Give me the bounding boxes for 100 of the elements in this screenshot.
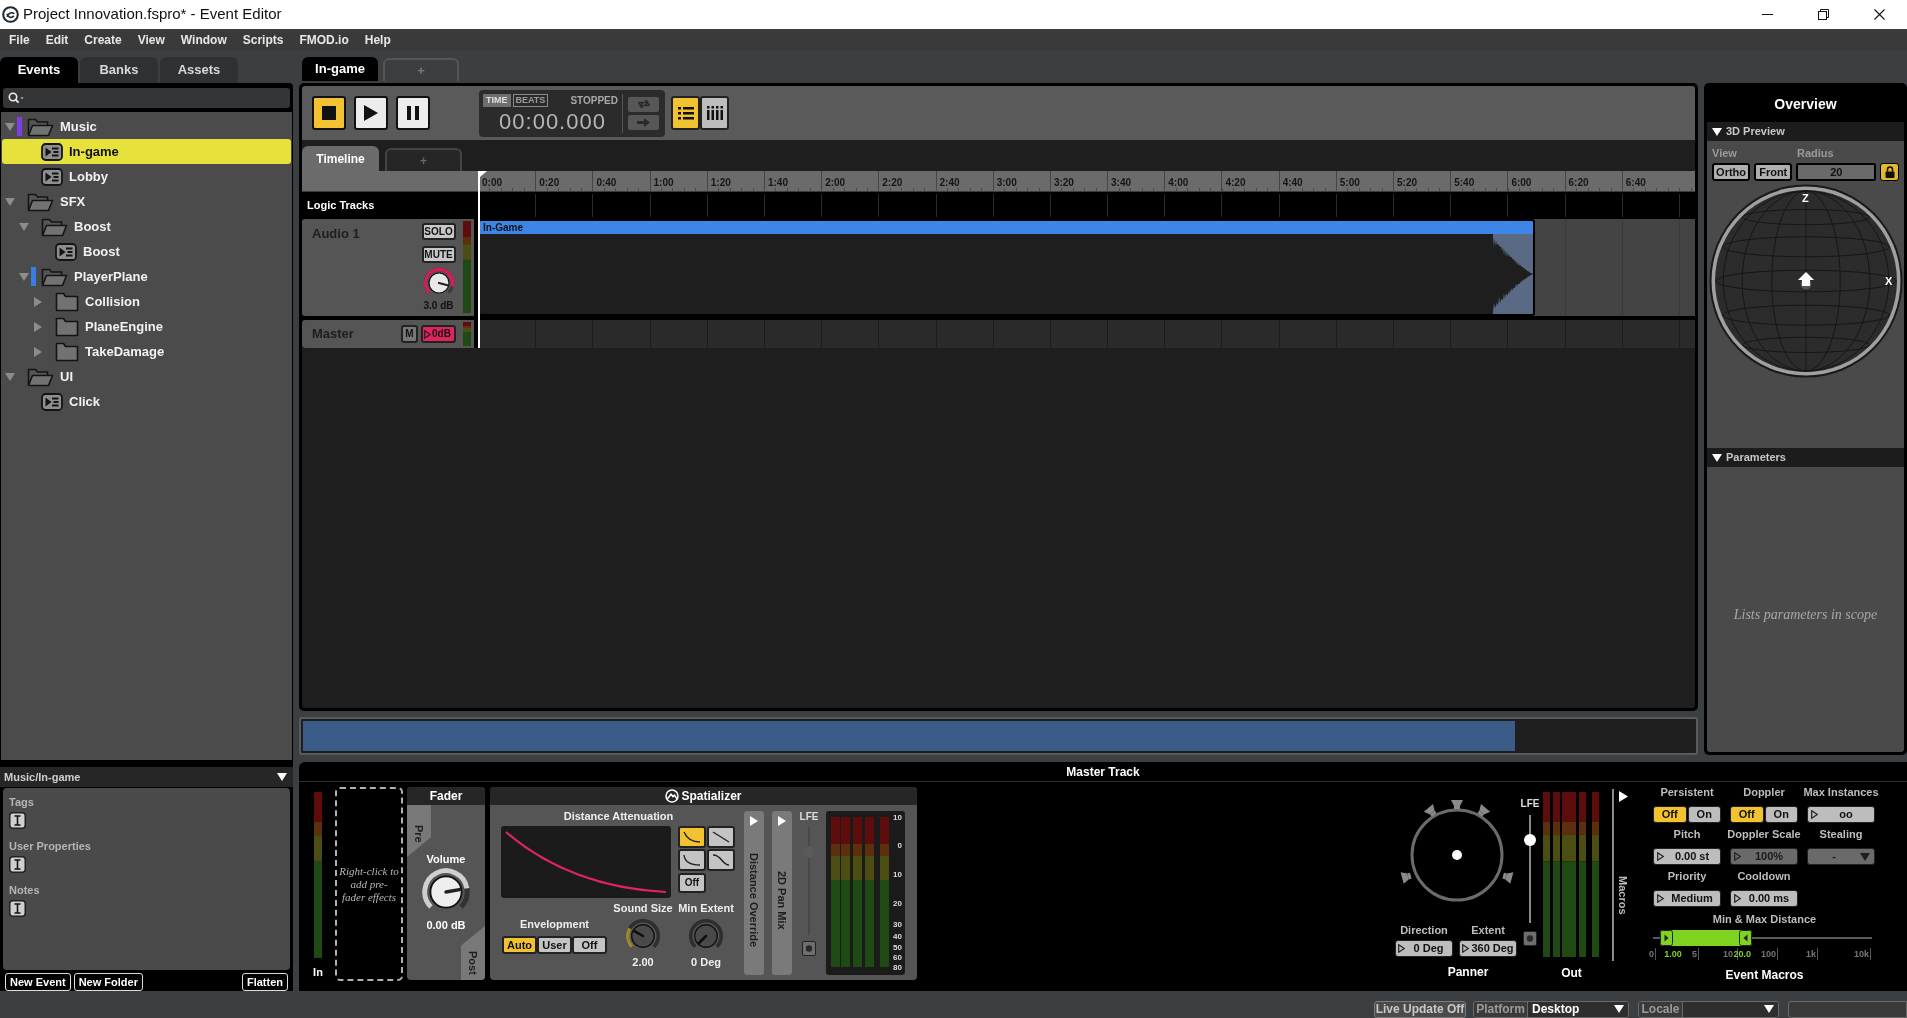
- caret-down-icon[interactable]: [5, 197, 15, 206]
- tree-item[interactable]: PlayerPlane: [2, 264, 291, 289]
- text-cursor-icon[interactable]: [9, 856, 26, 873]
- view-button[interactable]: Ortho: [1712, 163, 1751, 181]
- tree-item[interactable]: Lobby: [2, 164, 291, 189]
- radius-field[interactable]: 20: [1796, 163, 1877, 181]
- dot-button-icon[interactable]: [1523, 931, 1537, 946]
- menu-item[interactable]: Create: [76, 31, 130, 49]
- mute-button[interactable]: MUTE: [421, 246, 456, 263]
- slider-thumb[interactable]: [1524, 834, 1536, 847]
- caret-right-icon[interactable]: [34, 321, 42, 332]
- number-field[interactable]: 0.00 ms: [1730, 890, 1798, 907]
- tree-item[interactable]: Boost: [2, 239, 291, 264]
- input-field[interactable]: [1788, 1000, 1907, 1018]
- curve-button[interactable]: [707, 826, 735, 848]
- list-view-button[interactable]: [671, 96, 700, 130]
- flatten-button[interactable]: Flatten: [241, 973, 288, 991]
- menu-item[interactable]: FMOD.io: [291, 31, 357, 49]
- menu-item[interactable]: View: [129, 31, 173, 49]
- menu-item[interactable]: Help: [356, 31, 399, 49]
- solo-button[interactable]: SOLO: [421, 223, 456, 240]
- section-tab[interactable]: 2D Pan Mix: [772, 811, 792, 975]
- tree-item[interactable]: In-game: [2, 139, 291, 164]
- caret-right-icon[interactable]: [34, 296, 42, 307]
- text-cursor-icon[interactable]: [9, 900, 26, 917]
- macros-tab[interactable]: Macros: [1616, 791, 1630, 915]
- curve-off-button[interactable]: Off: [678, 873, 706, 893]
- section-tab[interactable]: Distance Override: [744, 811, 764, 975]
- caret-down-icon[interactable]: [5, 122, 15, 131]
- browser-tab[interactable]: Events: [0, 57, 78, 83]
- instrument[interactable]: In-Game: [478, 219, 1535, 316]
- caret-down-icon[interactable]: [5, 372, 15, 381]
- envelopment-option[interactable]: Off: [572, 936, 607, 954]
- overview-thumb[interactable]: [303, 721, 1515, 751]
- dropdown-arrow-icon[interactable]: [1614, 1005, 1624, 1013]
- section-header[interactable]: Parameters: [1707, 448, 1904, 467]
- live-update-button[interactable]: Live Update Off: [1374, 1000, 1466, 1018]
- time-mode-toggle[interactable]: BEATS: [512, 93, 549, 107]
- play-button[interactable]: [354, 96, 388, 130]
- time-mode-toggle[interactable]: TIME: [483, 93, 511, 107]
- toggle-option[interactable]: On: [1687, 806, 1721, 823]
- stop-button[interactable]: [312, 96, 346, 130]
- curve-button[interactable]: [707, 849, 735, 871]
- editor-tab[interactable]: In-game: [302, 57, 378, 81]
- platform-dropdown[interactable]: Desktop: [1528, 1001, 1628, 1017]
- menu-item[interactable]: File: [1, 31, 38, 49]
- caret-down-icon[interactable]: [19, 272, 29, 281]
- module-title: Panner: [1446, 965, 1490, 979]
- lock-button[interactable]: [1880, 163, 1899, 181]
- timeline-overview[interactable]: [299, 717, 1698, 755]
- caret-right-icon[interactable]: [34, 346, 42, 357]
- curve-button[interactable]: [678, 826, 706, 848]
- toggle-option[interactable]: Off: [1653, 806, 1687, 823]
- envelopment-option[interactable]: Auto: [502, 936, 537, 954]
- sphere-preview[interactable]: [1709, 184, 1903, 378]
- number-field[interactable]: 0.00 st: [1653, 848, 1721, 865]
- scale-label: 5: [1692, 949, 1697, 959]
- tree-item[interactable]: PlaneEngine: [2, 314, 291, 339]
- tree-item[interactable]: SFX: [2, 189, 291, 214]
- tree-item[interactable]: TakeDamage: [2, 339, 291, 364]
- number-field[interactable]: oo: [1807, 806, 1875, 823]
- view-button[interactable]: Front: [1754, 163, 1793, 181]
- dropdown-arrow-icon[interactable]: [1764, 1005, 1774, 1013]
- number-field[interactable]: 360 Deg: [1459, 940, 1517, 957]
- browser-tab[interactable]: Banks: [80, 57, 158, 83]
- time-label: 1:20: [710, 177, 731, 188]
- max-handle[interactable]: [1739, 930, 1753, 946]
- tree-item[interactable]: Collision: [2, 289, 291, 314]
- mute-button[interactable]: M: [401, 325, 418, 343]
- grid-view-button[interactable]: [700, 96, 729, 130]
- number-field[interactable]: Medium: [1653, 890, 1721, 907]
- tree-item[interactable]: Music: [2, 114, 291, 139]
- scale-label: 80: [893, 964, 902, 972]
- text-cursor-icon[interactable]: [9, 812, 26, 829]
- number-field[interactable]: 0 Deg: [1395, 940, 1453, 957]
- dot-button-icon[interactable]: [802, 941, 816, 956]
- tree-item[interactable]: Click: [2, 389, 291, 414]
- browser-tab[interactable]: Assets: [160, 57, 238, 83]
- envelopment-option[interactable]: User: [537, 936, 572, 954]
- locale-dropdown[interactable]: [1683, 1001, 1778, 1017]
- toggle-option[interactable]: Off: [1730, 806, 1764, 823]
- volume-fader[interactable]: 0dB: [421, 325, 456, 343]
- tree-item[interactable]: Boost: [2, 214, 291, 239]
- min-handle[interactable]: [1660, 930, 1673, 946]
- menu-item[interactable]: Window: [172, 31, 235, 49]
- menu-item[interactable]: Edit: [37, 31, 77, 49]
- section-header[interactable]: 3D Preview: [1707, 122, 1904, 141]
- search-field[interactable]: [3, 88, 290, 108]
- effects-drop-area[interactable]: Right-click to add pre-fader effects: [335, 787, 403, 981]
- pause-button[interactable]: [396, 96, 430, 130]
- footer-button[interactable]: New Folder: [73, 973, 143, 991]
- caret-down-icon[interactable]: [19, 222, 29, 231]
- toggle-option[interactable]: On: [1764, 806, 1798, 823]
- dropdown-arrow-icon[interactable]: [277, 773, 287, 781]
- menu-item[interactable]: Scripts: [234, 31, 292, 49]
- tree-item[interactable]: UI: [2, 364, 291, 389]
- footer-button[interactable]: New Event: [5, 973, 71, 991]
- curve-button[interactable]: [678, 849, 706, 871]
- app-logo-icon: [2, 6, 19, 23]
- sheet-tab[interactable]: Timeline: [302, 146, 379, 171]
